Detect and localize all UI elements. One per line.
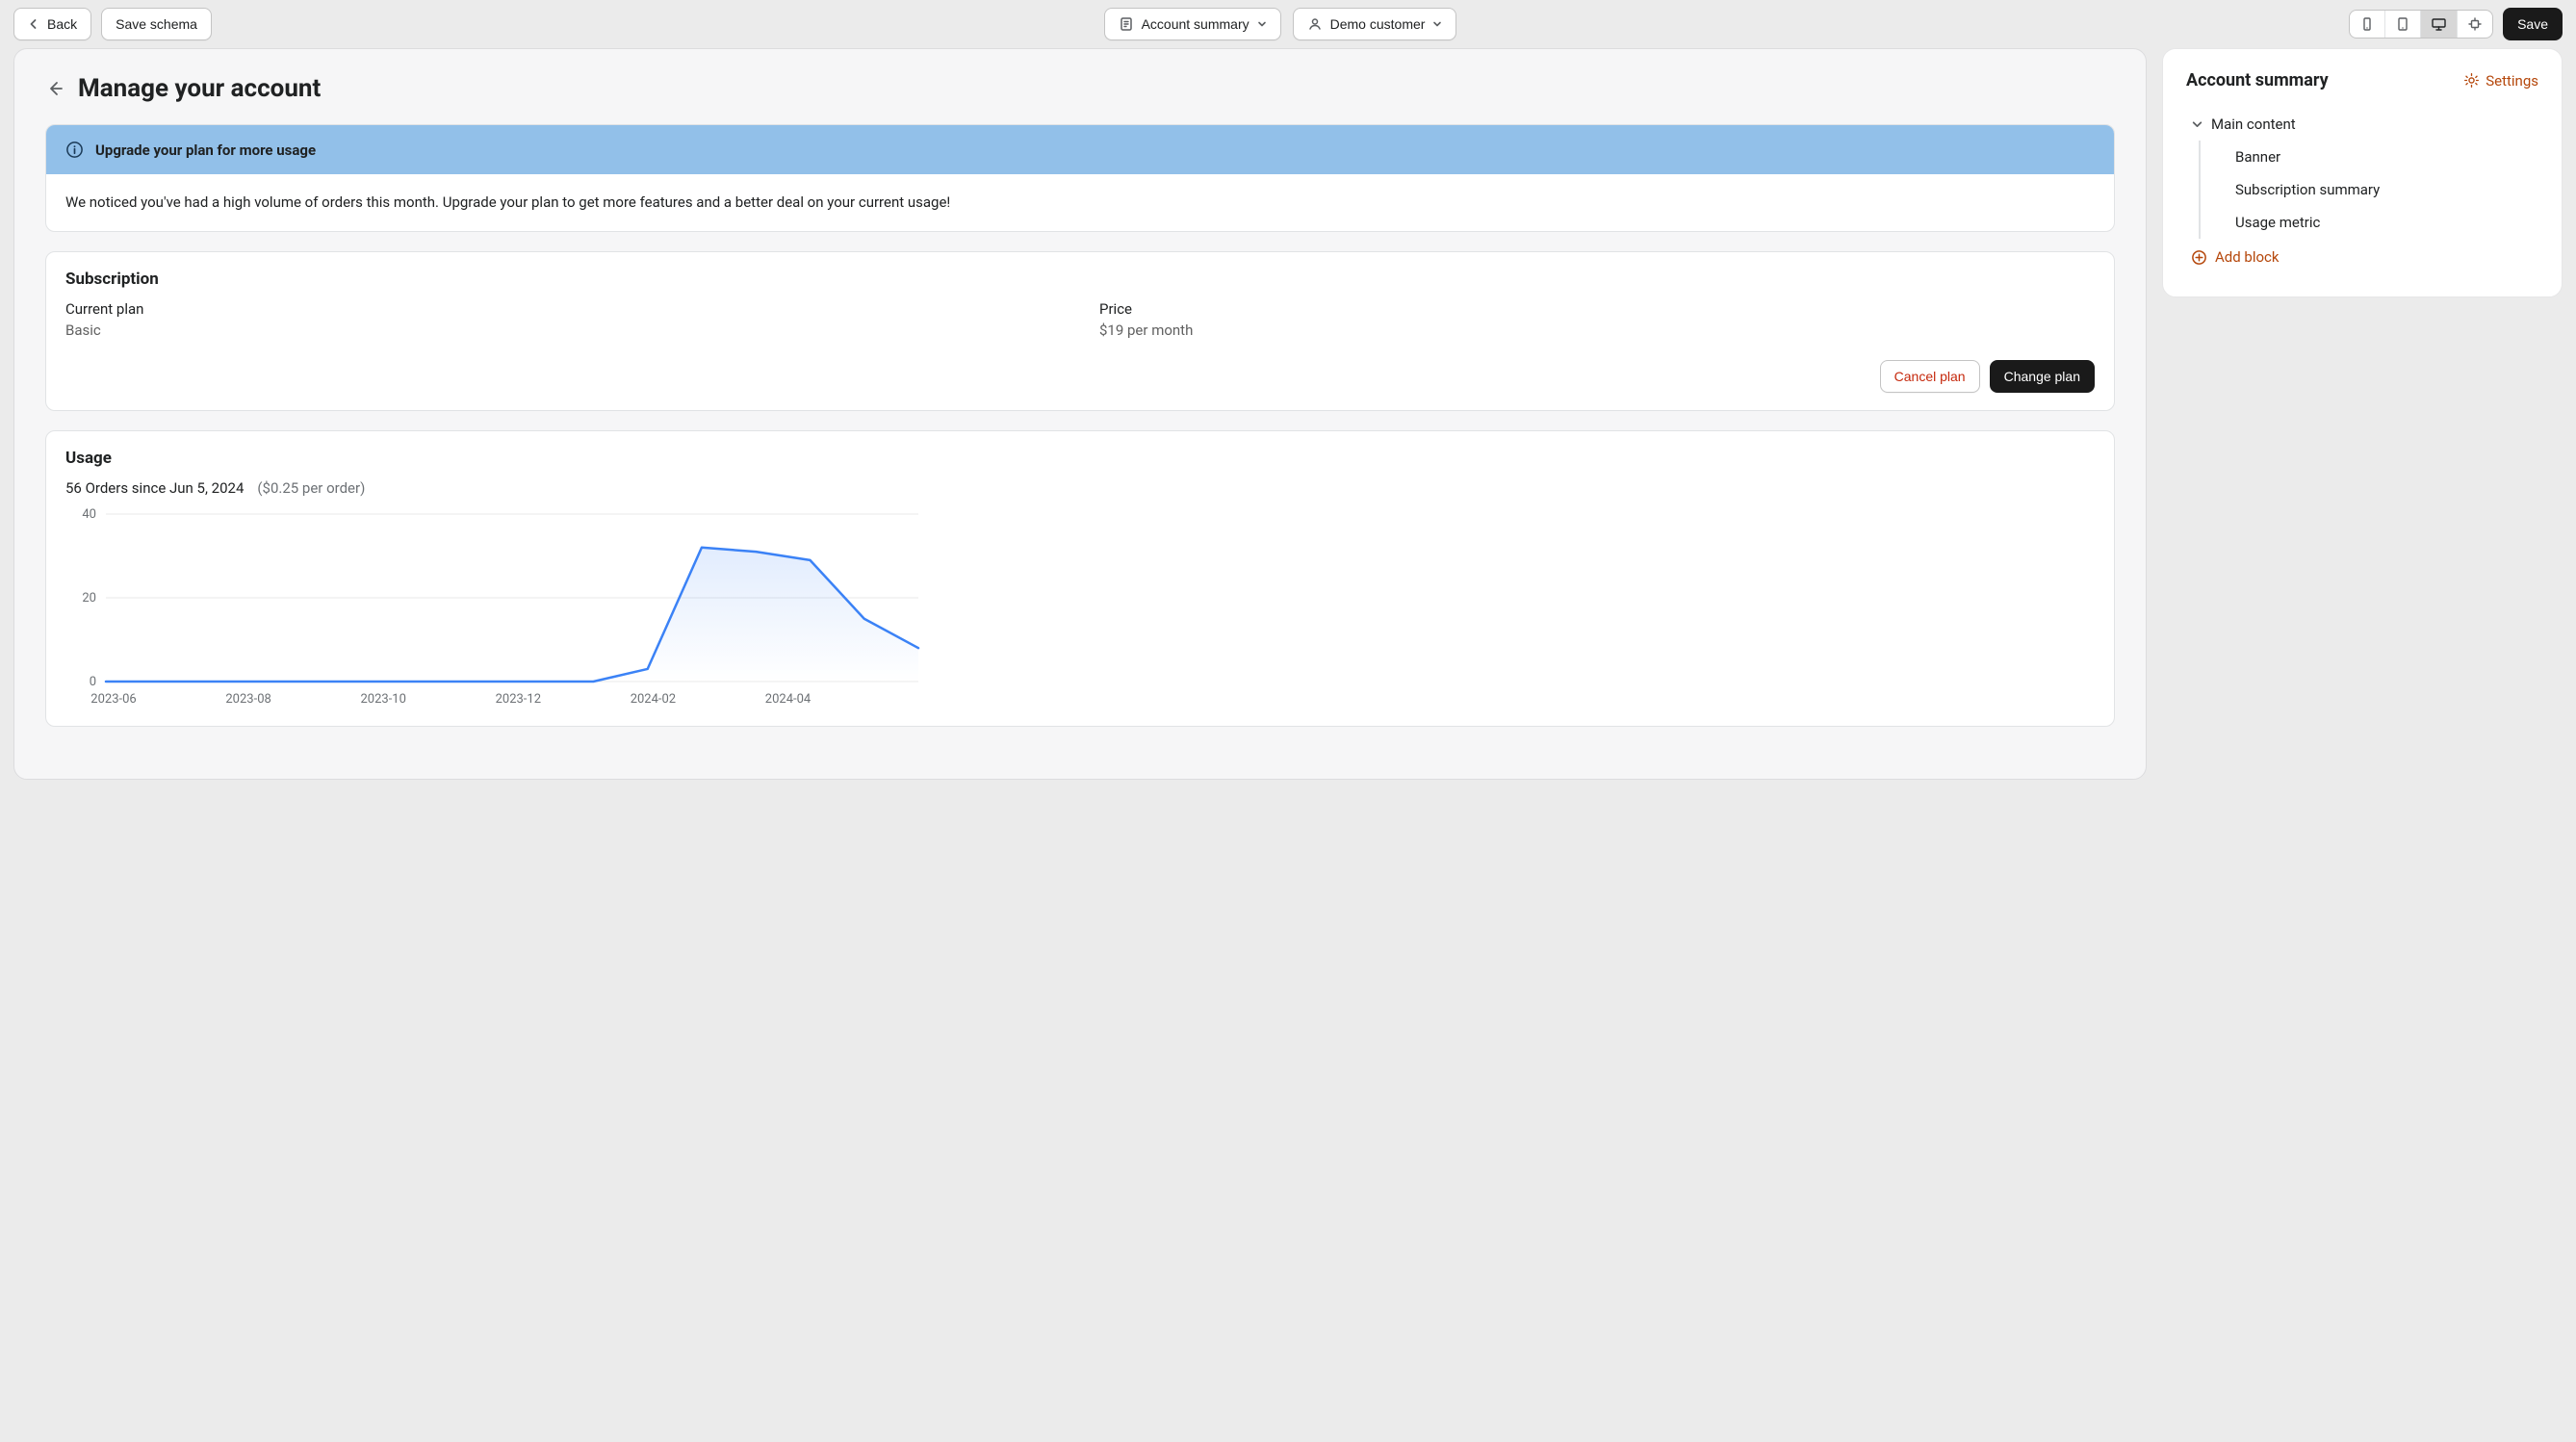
change-plan-button[interactable]: Change plan [1990, 360, 2095, 393]
caret-down-icon [1257, 19, 1267, 29]
page-select-dropdown[interactable]: Account summary [1104, 8, 1281, 40]
subscription-card: Subscription Current plan Basic Price $1… [45, 251, 2115, 411]
add-block-label: Add block [2215, 248, 2280, 266]
caret-down-icon [1432, 19, 1442, 29]
subscription-details: Current plan Basic Price $19 per month [65, 300, 2095, 339]
sidebar-tree: Main content Banner Subscription summary U… [2186, 108, 2538, 275]
chevron-left-icon [28, 18, 39, 30]
save-schema-label: Save schema [116, 16, 197, 32]
save-label: Save [2517, 16, 2548, 32]
mobile-icon [2359, 16, 2375, 32]
tree-item[interactable]: Banner [2214, 141, 2538, 173]
customer-select-label: Demo customer [1330, 16, 1426, 32]
desktop-icon [2431, 16, 2447, 32]
usage-heading: Usage [65, 449, 2095, 468]
banner-card: Upgrade your plan for more usage We noti… [45, 124, 2115, 232]
cancel-plan-label: Cancel plan [1894, 369, 1966, 384]
usage-subheader: 56 Orders since Jun 5, 2024 ($0.25 per o… [65, 479, 2095, 497]
banner-title: Upgrade your plan for more usage [95, 142, 316, 159]
tree-root[interactable]: Main content [2187, 108, 2538, 141]
svg-text:20: 20 [82, 591, 96, 605]
svg-text:2023-10: 2023-10 [360, 692, 405, 707]
viewport-desktop-button[interactable] [2421, 11, 2458, 38]
svg-text:2023-06: 2023-06 [90, 692, 136, 707]
usage-summary: 56 Orders since Jun 5, 2024 [65, 479, 244, 497]
banner-header: Upgrade your plan for more usage [46, 125, 2114, 174]
change-plan-label: Change plan [2004, 369, 2080, 384]
main-wrap: Manage your account Upgrade your plan fo… [0, 48, 2576, 793]
svg-text:2023-12: 2023-12 [496, 692, 541, 707]
plus-circle-icon [2191, 249, 2207, 266]
sidebar-header: Account summary Settings [2186, 70, 2538, 90]
add-block-button[interactable]: Add block [2187, 239, 2538, 275]
plan-value: Basic [65, 322, 1061, 339]
expand-icon [2467, 16, 2483, 32]
svg-text:2024-04: 2024-04 [765, 692, 811, 707]
back-button[interactable]: Back [13, 8, 91, 40]
sidebar-title: Account summary [2186, 70, 2329, 90]
settings-label: Settings [2486, 72, 2538, 90]
info-icon [65, 141, 84, 159]
tree-item[interactable]: Usage metric [2214, 206, 2538, 239]
page-header: Manage your account [45, 74, 2115, 103]
tree-item-label: Subscription summary [2218, 181, 2380, 198]
person-icon [1307, 16, 1323, 32]
tree-root-label: Main content [2211, 116, 2296, 133]
page-select-label: Account summary [1142, 16, 1249, 32]
subscription-heading: Subscription [65, 270, 2095, 289]
chevron-down-icon [2191, 118, 2203, 131]
top-bar: Back Save schema Account summary Demo cu… [0, 0, 2576, 48]
topbar-center: Account summary Demo customer [221, 8, 2339, 40]
svg-text:0: 0 [90, 675, 96, 689]
settings-link[interactable]: Settings [2463, 72, 2538, 90]
usage-card: Usage 56 Orders since Jun 5, 2024 ($0.25… [45, 430, 2115, 727]
cancel-plan-button[interactable]: Cancel plan [1880, 360, 1980, 393]
tree-item-label: Banner [2218, 148, 2280, 166]
preview-frame: Manage your account Upgrade your plan fo… [13, 48, 2147, 780]
page-icon [1119, 16, 1134, 32]
svg-text:2023-08: 2023-08 [225, 692, 270, 707]
save-button[interactable]: Save [2503, 8, 2563, 40]
svg-text:2024-02: 2024-02 [631, 692, 676, 707]
viewport-mobile-button[interactable] [2350, 11, 2385, 38]
save-schema-button[interactable]: Save schema [101, 8, 212, 40]
tree-item-label: Usage metric [2218, 214, 2320, 231]
tablet-icon [2395, 16, 2410, 32]
sidebar: Account summary Settings Main content Ba… [2162, 48, 2563, 297]
usage-cost-note: ($0.25 per order) [257, 479, 365, 497]
price-value: $19 per month [1099, 322, 2095, 339]
svg-text:40: 40 [82, 507, 96, 522]
plan-label: Current plan [65, 300, 1061, 318]
arrow-left-icon[interactable] [45, 79, 64, 98]
viewport-fullscreen-button[interactable] [2458, 11, 2492, 38]
usage-chart: 0 20 40 2023-06 2023-08 2023-10 2023-12 2024-02… [65, 506, 2095, 708]
price-label: Price [1099, 300, 2095, 318]
tree-children: Banner Subscription summary Usage metric [2199, 141, 2538, 239]
topbar-right: Save [2349, 8, 2563, 40]
page-title: Manage your account [78, 74, 321, 103]
customer-select-dropdown[interactable]: Demo customer [1293, 8, 1457, 40]
back-label: Back [47, 16, 77, 32]
viewport-switcher [2349, 10, 2493, 39]
gear-icon [2463, 72, 2480, 89]
banner-body: We noticed you've had a high volume of o… [46, 174, 2114, 231]
tree-item[interactable]: Subscription summary [2214, 173, 2538, 206]
subscription-actions: Cancel plan Change plan [65, 360, 2095, 393]
viewport-tablet-button[interactable] [2385, 11, 2421, 38]
